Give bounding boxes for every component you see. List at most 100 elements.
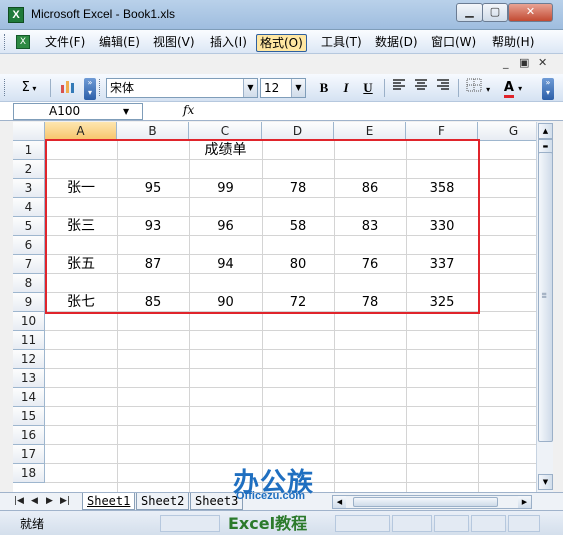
- row-header[interactable]: 17: [13, 445, 45, 464]
- table-cell-score[interactable]: 90: [189, 293, 262, 312]
- table-cell-total[interactable]: 358: [406, 179, 478, 198]
- row-header[interactable]: 10: [13, 312, 45, 331]
- row-header[interactable]: 5: [13, 217, 45, 236]
- table-cell-score[interactable]: 72: [262, 293, 334, 312]
- menu-grip-handle[interactable]: [4, 34, 7, 50]
- table-cell-name[interactable]: 张三: [45, 217, 117, 236]
- workbook-icon[interactable]: X: [16, 35, 30, 49]
- table-cell-score[interactable]: 85: [117, 293, 189, 312]
- menu-view[interactable]: 视图(V): [150, 34, 198, 52]
- chart-wizard-button[interactable]: [56, 78, 80, 98]
- row-header[interactable]: 14: [13, 388, 45, 407]
- row-header[interactable]: 6: [13, 236, 45, 255]
- row-header[interactable]: 8: [13, 274, 45, 293]
- menu-window[interactable]: 窗口(W): [428, 34, 479, 52]
- doc-close-icon[interactable]: ✕: [538, 56, 547, 69]
- column-header-f[interactable]: F: [406, 122, 478, 141]
- font-name-select[interactable]: 宋体 ▼: [106, 78, 258, 98]
- table-cell-score[interactable]: 76: [334, 255, 406, 274]
- underline-button[interactable]: U: [358, 78, 378, 98]
- sheet-tab-2[interactable]: Sheet2: [136, 493, 190, 510]
- table-cell-score[interactable]: 86: [334, 179, 406, 198]
- scroll-right-icon[interactable]: ▶: [518, 496, 531, 508]
- column-header-b[interactable]: B: [117, 122, 189, 141]
- column-header-g[interactable]: G: [478, 122, 536, 141]
- row-header[interactable]: 9: [13, 293, 45, 312]
- column-header-c[interactable]: C: [189, 122, 262, 141]
- table-cell-score[interactable]: 87: [117, 255, 189, 274]
- doc-minimize-icon[interactable]: _: [503, 56, 509, 69]
- toolbar-options-chevron-icon-2[interactable]: » ▾: [542, 78, 554, 100]
- doc-restore-icon[interactable]: ▣: [519, 56, 529, 69]
- table-cell-total[interactable]: 325: [406, 293, 478, 312]
- scroll-down-icon[interactable]: ▼: [538, 474, 553, 490]
- column-header-e[interactable]: E: [334, 122, 406, 141]
- formula-input[interactable]: [200, 103, 540, 120]
- table-cell-score[interactable]: 94: [189, 255, 262, 274]
- first-sheet-icon[interactable]: |◀: [14, 496, 24, 506]
- horizontal-scrollbar[interactable]: ◀ ▶: [332, 495, 532, 509]
- table-cell-score[interactable]: 99: [189, 179, 262, 198]
- worksheet-grid[interactable]: A B C D E F G 1 2 3 4 5 6 7 8 9 10 11 12…: [13, 122, 536, 492]
- toolbar-options-chevron-icon[interactable]: » ▾: [84, 78, 96, 100]
- menu-edit[interactable]: 编辑(E): [96, 34, 143, 52]
- table-cell-name[interactable]: 张一: [45, 179, 117, 198]
- sheet-tab-1[interactable]: Sheet1: [82, 493, 136, 510]
- table-cell-total[interactable]: 337: [406, 255, 478, 274]
- scroll-up-icon[interactable]: ▲: [538, 123, 553, 139]
- toolbar-grip-handle-2[interactable]: [99, 79, 102, 96]
- row-header[interactable]: 1: [13, 141, 45, 160]
- horizontal-scroll-thumb[interactable]: [353, 497, 498, 507]
- italic-button[interactable]: I: [336, 78, 356, 98]
- bold-button[interactable]: B: [314, 78, 334, 98]
- row-header[interactable]: 7: [13, 255, 45, 274]
- table-cell-score[interactable]: 58: [262, 217, 334, 236]
- row-header[interactable]: 12: [13, 350, 45, 369]
- table-cell-score[interactable]: 93: [117, 217, 189, 236]
- select-all-corner[interactable]: [13, 122, 45, 141]
- table-cell-name[interactable]: 张七: [45, 293, 117, 312]
- next-sheet-icon[interactable]: ▶: [46, 496, 53, 506]
- report-title-cell[interactable]: 成绩单: [189, 141, 262, 160]
- minimize-button[interactable]: ▁: [456, 3, 483, 22]
- borders-button[interactable]: ▾: [463, 78, 493, 98]
- font-size-select[interactable]: 12 ▼: [260, 78, 306, 98]
- close-button[interactable]: ✕: [508, 3, 553, 22]
- menu-insert[interactable]: 插入(I): [207, 34, 250, 52]
- column-header-d[interactable]: D: [262, 122, 334, 141]
- table-cell-score[interactable]: 78: [334, 293, 406, 312]
- table-cell-score[interactable]: 96: [189, 217, 262, 236]
- table-cell-total[interactable]: 330: [406, 217, 478, 236]
- insert-function-icon[interactable]: fx: [183, 103, 194, 117]
- prev-sheet-icon[interactable]: ◀: [31, 496, 38, 506]
- table-cell-score[interactable]: 80: [262, 255, 334, 274]
- menu-help[interactable]: 帮助(H): [489, 34, 537, 52]
- menu-data[interactable]: 数据(D): [372, 34, 421, 52]
- menu-file[interactable]: 文件(F): [42, 34, 88, 52]
- column-header-a[interactable]: A: [45, 122, 117, 141]
- table-cell-score[interactable]: 83: [334, 217, 406, 236]
- vertical-scroll-thumb[interactable]: ═ ═: [538, 152, 553, 442]
- menu-format[interactable]: 格式(O): [256, 34, 307, 52]
- row-header[interactable]: 2: [13, 160, 45, 179]
- vertical-scrollbar[interactable]: ▲ ▬ ═ ═ ▼: [536, 122, 553, 492]
- autosum-button[interactable]: Σ ▾: [14, 78, 44, 98]
- table-cell-score[interactable]: 95: [117, 179, 189, 198]
- table-cell-score[interactable]: 78: [262, 179, 334, 198]
- chevron-down-icon[interactable]: ▼: [123, 107, 129, 116]
- table-cell-name[interactable]: 张五: [45, 255, 117, 274]
- align-right-button[interactable]: [433, 78, 453, 98]
- row-header[interactable]: 16: [13, 426, 45, 445]
- row-header[interactable]: 18: [13, 464, 45, 483]
- row-header[interactable]: 3: [13, 179, 45, 198]
- scroll-left-icon[interactable]: ◀: [333, 496, 346, 508]
- align-center-button[interactable]: [411, 78, 431, 98]
- font-color-button[interactable]: A ▾: [497, 78, 529, 98]
- row-header[interactable]: 11: [13, 331, 45, 350]
- toolbar-grip-handle[interactable]: [4, 79, 7, 96]
- menu-tools[interactable]: 工具(T): [318, 34, 365, 52]
- last-sheet-icon[interactable]: ▶|: [60, 496, 70, 506]
- align-left-button[interactable]: [389, 78, 409, 98]
- row-header[interactable]: 15: [13, 407, 45, 426]
- excel-app-icon[interactable]: X: [8, 7, 24, 23]
